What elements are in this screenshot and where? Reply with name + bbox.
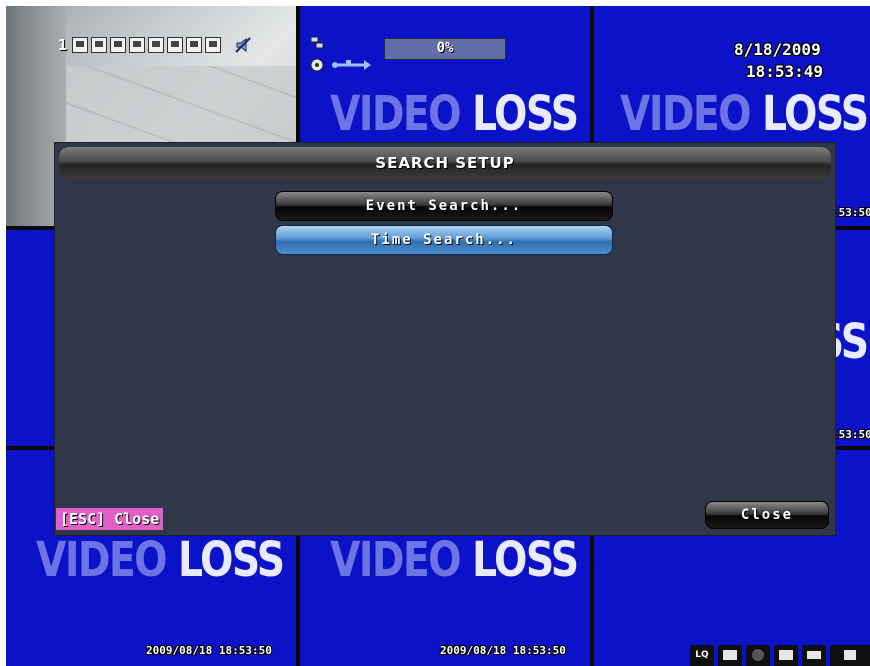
- tile-timestamp: :53:50: [832, 428, 870, 441]
- tile-timestamp: 2009/08/18 18:53:50: [440, 644, 566, 657]
- disc-icon: [310, 58, 324, 72]
- camera-snapshot-icon[interactable]: [774, 645, 798, 666]
- tile-timestamp: :53:50: [832, 206, 870, 219]
- event-search-button[interactable]: Event Search...: [275, 191, 613, 221]
- channel-box-icon: [110, 37, 127, 53]
- usb-icon: [332, 60, 371, 70]
- backup-progress-bar: 0%: [384, 38, 506, 60]
- lq-button[interactable]: LQ: [690, 645, 714, 666]
- search-setup-dialog: SEARCH SETUP Event Search... Time Search…: [55, 143, 835, 535]
- progress-label: 0%: [436, 40, 454, 56]
- video-loss-text: VIDEO LOSS: [330, 532, 579, 588]
- channel-box-icon: [129, 37, 146, 53]
- esc-close-hint: [ESC] Close: [56, 508, 164, 530]
- video-loss-text: VIDEO LOSS: [620, 86, 869, 142]
- single-view-icon[interactable]: [718, 645, 742, 666]
- channel-box-icon: [167, 37, 184, 53]
- dialog-title: SEARCH SETUP: [59, 147, 831, 179]
- channel-box-icon: [186, 37, 203, 53]
- channel-box-icon: [91, 37, 108, 53]
- video-loss-text: VIDEO LOSS: [330, 86, 579, 142]
- channel-box-icon: [205, 37, 222, 53]
- time-display: 18:53:49: [746, 62, 824, 81]
- channel-number: 1: [58, 36, 68, 54]
- more-icon[interactable]: [830, 645, 870, 666]
- record-icon[interactable]: [746, 645, 770, 666]
- date-display: 8/18/2009: [734, 40, 821, 59]
- network-icon: [310, 36, 324, 49]
- playback-icon[interactable]: [802, 645, 826, 666]
- speaker-mute-icon: [235, 37, 251, 53]
- channel-box-icon: [148, 37, 165, 53]
- channel-indicator: 1: [58, 36, 252, 54]
- video-loss-text: VIDEO LOSS: [36, 532, 285, 588]
- time-search-button[interactable]: Time Search...: [275, 225, 613, 255]
- tile-timestamp: 2009/08/18 18:53:50: [146, 644, 272, 657]
- close-button[interactable]: Close: [705, 501, 829, 529]
- channel-box-icon: [72, 37, 89, 53]
